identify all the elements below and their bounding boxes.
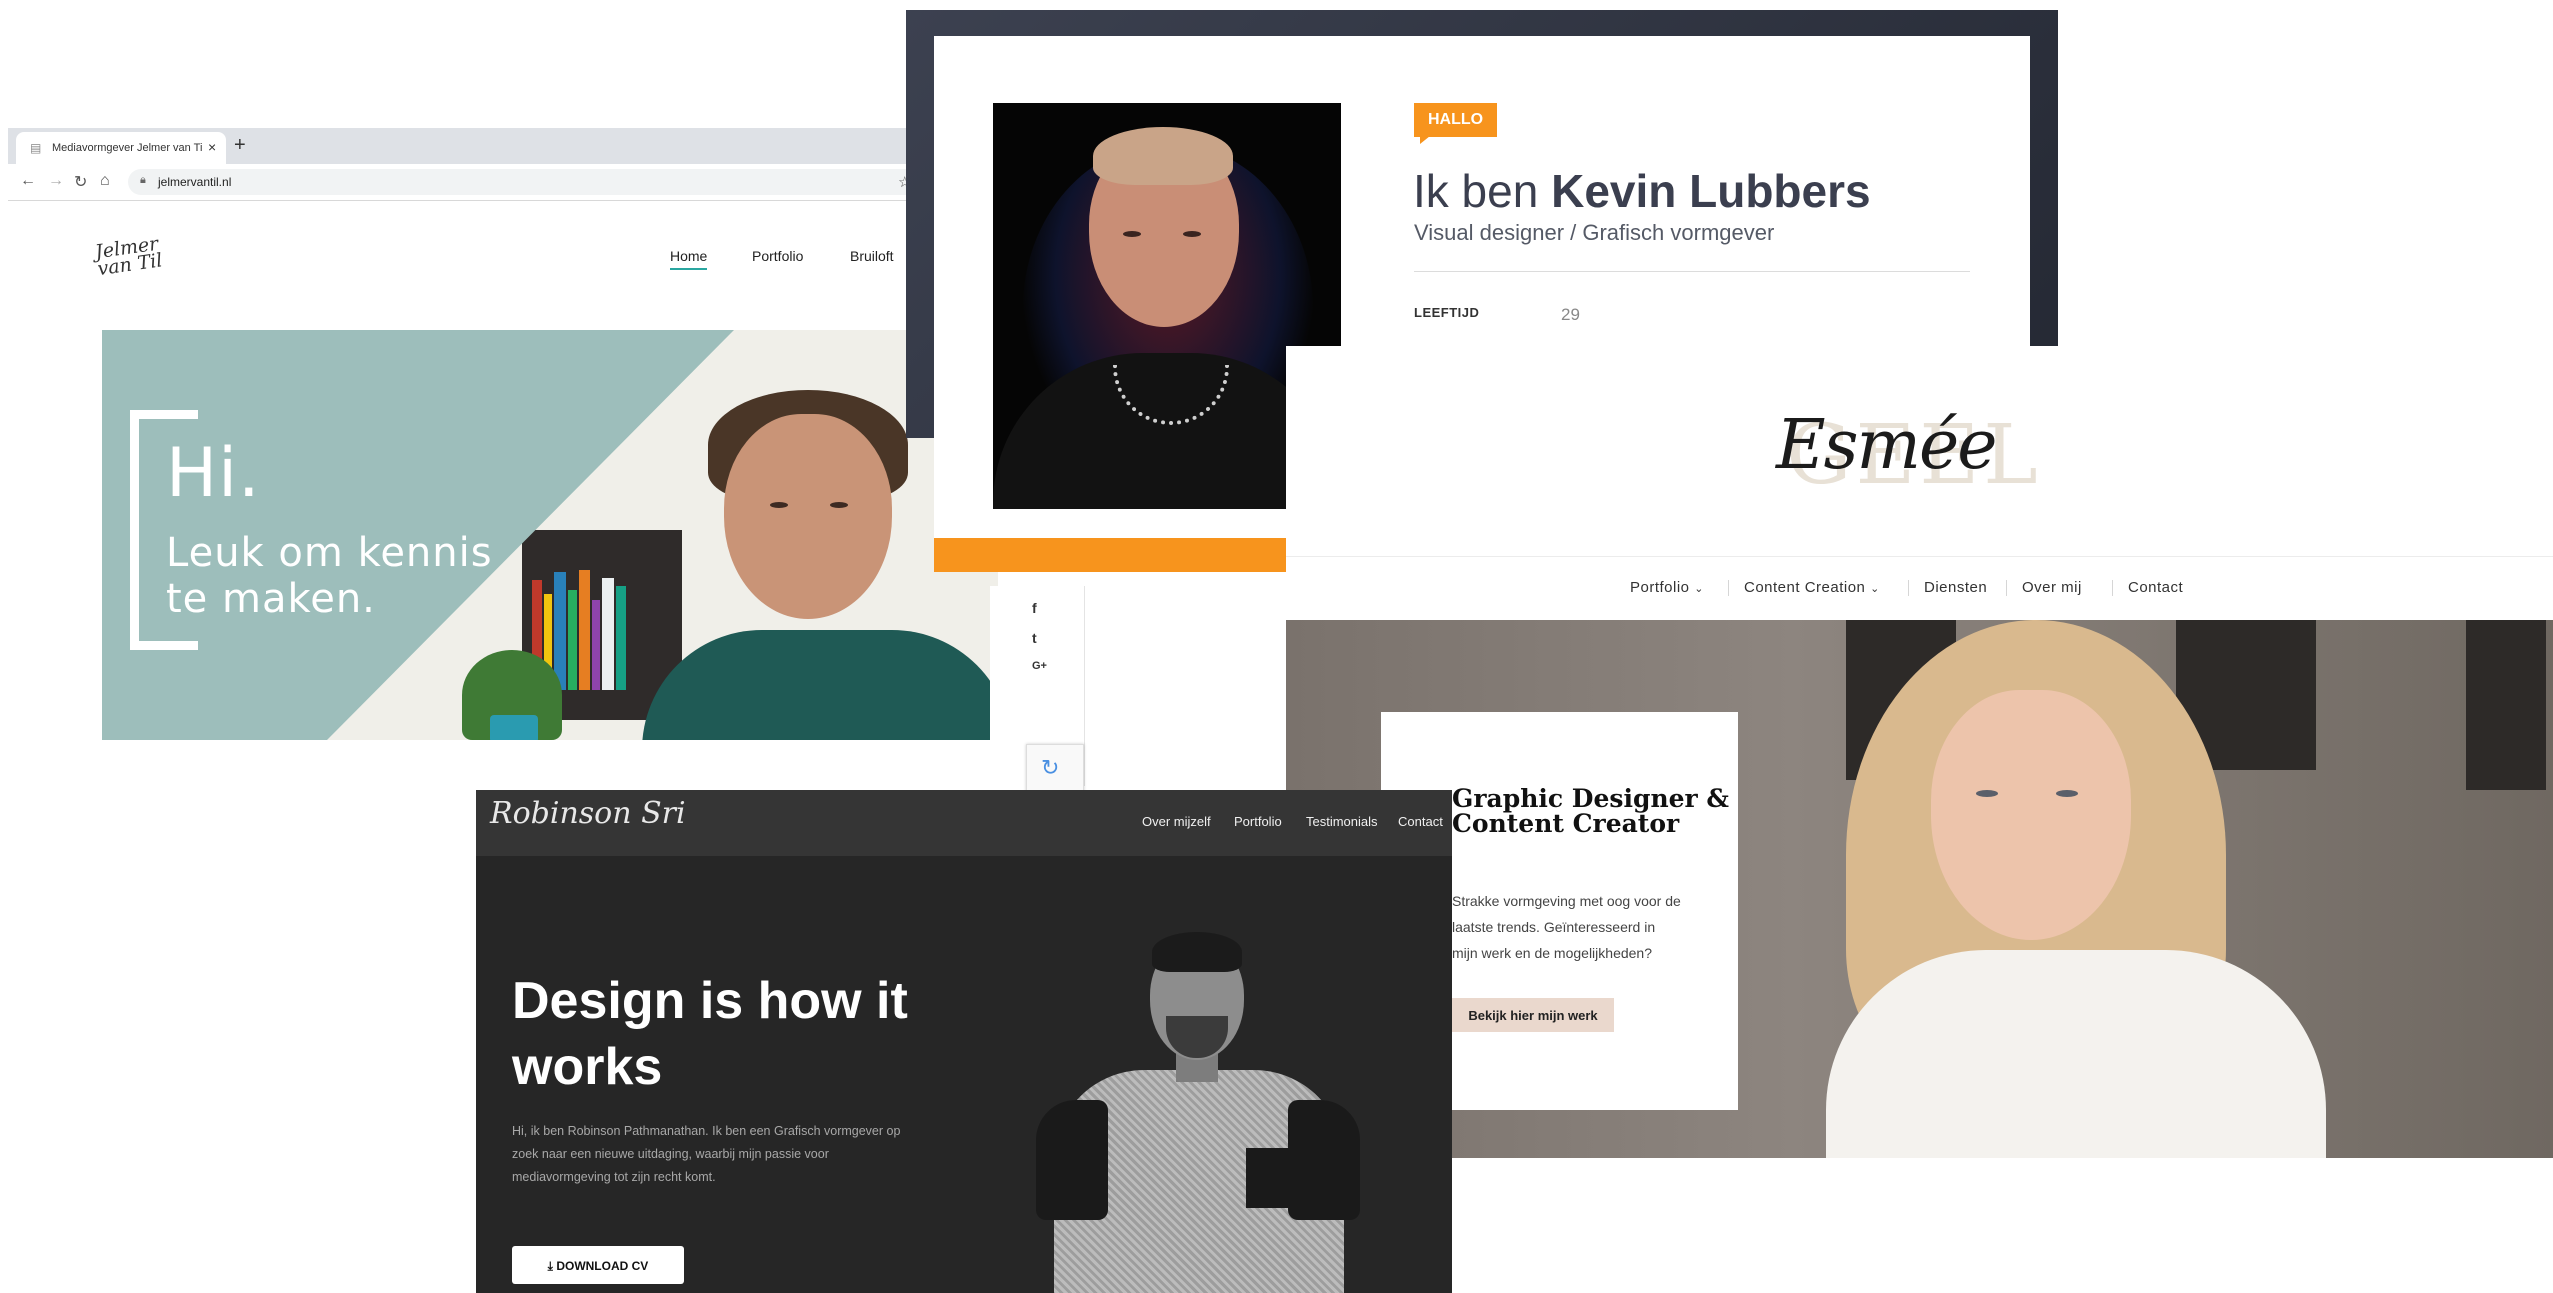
recaptcha-icon: ↻ [1041,755,1060,780]
hero-greeting: Hi. [166,434,261,513]
age-value: 29 [1561,305,1580,324]
tab-title: Mediavormgever Jelmer van Ti [52,142,202,154]
lock-icon: 🔒︎ [140,174,146,186]
view-work-button[interactable]: Bekijk hier mijn werk [1452,998,1614,1032]
nav-separator [1908,580,1909,596]
robinson-navbar: Robinson Sri Over mijzelf Portfolio Test… [476,790,1452,856]
nav-portfolio[interactable]: Portfolio [1234,814,1282,829]
esmee-intro-text: Strakke vormgeving met oog voor de laats… [1452,893,1681,961]
nav-portfolio[interactable]: Portfolio ⌄ [1630,579,1704,596]
google-plus-icon[interactable]: G+ [1032,660,1047,672]
browser-tab-bar: ▤ Mediavormgever Jelmer van Ti × + [8,128,998,164]
portrait-sleeve [1288,1100,1360,1220]
portrait-face [1931,690,2131,940]
age-label: LEEFTIJD [1414,305,1480,320]
portrait-jacket [1826,950,2326,1158]
nav-over-mijzelf[interactable]: Over mijzelf [1142,814,1211,829]
esmee-website-screenshot: GEEL Esmée Portfolio ⌄ Content Creation … [1286,346,2553,1158]
portrait-eye [1183,231,1201,237]
chevron-down-icon: ⌄ [1870,583,1880,595]
background-window [2466,620,2546,790]
nav-content-creation[interactable]: Content Creation ⌄ [1744,579,1880,596]
nav-home[interactable]: Home [670,248,708,270]
esmee-logo[interactable]: Esmée [1776,406,1997,485]
robinson-intro: Hi, ik ben Robinson Pathmanathan. Ik ben… [512,1124,901,1184]
nav-diensten[interactable]: Diensten [1924,579,1987,596]
twitter-icon[interactable]: t [1032,630,1037,646]
url-field[interactable]: 🔒︎ jelmervantil.nl ☆ [128,169,998,195]
new-tab-button[interactable]: + [234,134,246,157]
close-tab-icon[interactable]: × [208,139,216,155]
hallo-badge: HALLO [1414,103,1498,137]
portrait-face [724,414,892,619]
facebook-icon[interactable]: f [1032,600,1037,616]
reload-icon[interactable]: ↻ [74,172,87,192]
nav-portfolio[interactable]: Portfolio [752,248,803,264]
download-cv-label: DOWNLOAD CV [556,1259,649,1273]
kevin-subtitle: Visual designer / Grafisch vormgever [1414,220,1775,245]
home-icon[interactable]: ⌂ [100,172,110,190]
plant-pot-image [490,715,538,740]
portrait-eye [1123,231,1141,237]
back-arrow-icon[interactable]: ← [20,172,36,190]
nav-bruiloft[interactable]: Bruiloft [850,248,894,264]
nav-testimonials[interactable]: Testimonials [1306,814,1378,829]
nav-label: Content Creation [1744,579,1866,596]
portrait-sleeve [1036,1100,1108,1220]
nav-contact[interactable]: Contact [2128,579,2183,596]
portrait-hair [1152,932,1242,972]
portrait-eye [770,502,788,508]
nav-separator [2112,580,2113,596]
kevin-heading: Ik ben Kevin Lubbers [1413,164,1871,218]
portrait-hair [1093,127,1233,185]
portrait-shirt [642,630,998,740]
download-cv-button[interactable]: ⤓ DOWNLOAD CV [512,1246,684,1284]
robinson-website-screenshot: Robinson Sri Over mijzelf Portfolio Test… [476,790,1452,1293]
jelmer-logo[interactable]: Jelmer van Til [94,228,218,280]
header-divider [1286,556,2553,557]
nav-contact[interactable]: Contact [1398,814,1443,829]
portrait-eye [2056,790,2078,797]
robinson-logo[interactable]: Robinson Sri [490,796,686,831]
portrait-eye [830,502,848,508]
nav-label: Portfolio [1630,579,1690,596]
url-text: jelmervantil.nl [158,175,232,189]
browser-address-bar: ← → ↻ ⌂ 🔒︎ jelmervantil.nl ☆ [8,164,998,201]
heading-name: Kevin Lubbers [1551,165,1871,217]
browser-tab[interactable]: ▤ Mediavormgever Jelmer van Ti × [16,132,226,164]
favicon-icon: ▤ [30,141,42,155]
jelmer-website-screenshot: ▤ Mediavormgever Jelmer van Ti × + ← → ↻… [8,128,998,748]
divider [1414,271,1970,272]
forward-arrow-icon[interactable]: → [48,172,64,190]
nav-separator [2006,580,2007,596]
recaptcha-badge[interactable]: ↻ [1026,744,1084,794]
portrait-eye [1976,790,1998,797]
chevron-down-icon: ⌄ [1694,583,1704,595]
portrait-pocket [1246,1148,1288,1208]
badge-tail [1420,136,1430,144]
esmee-title: Graphic Designer & Content Creator [1452,784,1729,838]
hero-tagline: Leuk om kennis te maken. [166,530,493,622]
hero-banner: Hi. Leuk om kennis te maken. [102,330,998,740]
orange-accent-bar [934,538,1288,572]
nav-separator [1728,580,1729,596]
heading-prefix: Ik ben [1413,165,1552,217]
nav-over-mij[interactable]: Over mij [2022,579,2082,596]
robinson-headline: Design is how it works [512,972,908,1096]
